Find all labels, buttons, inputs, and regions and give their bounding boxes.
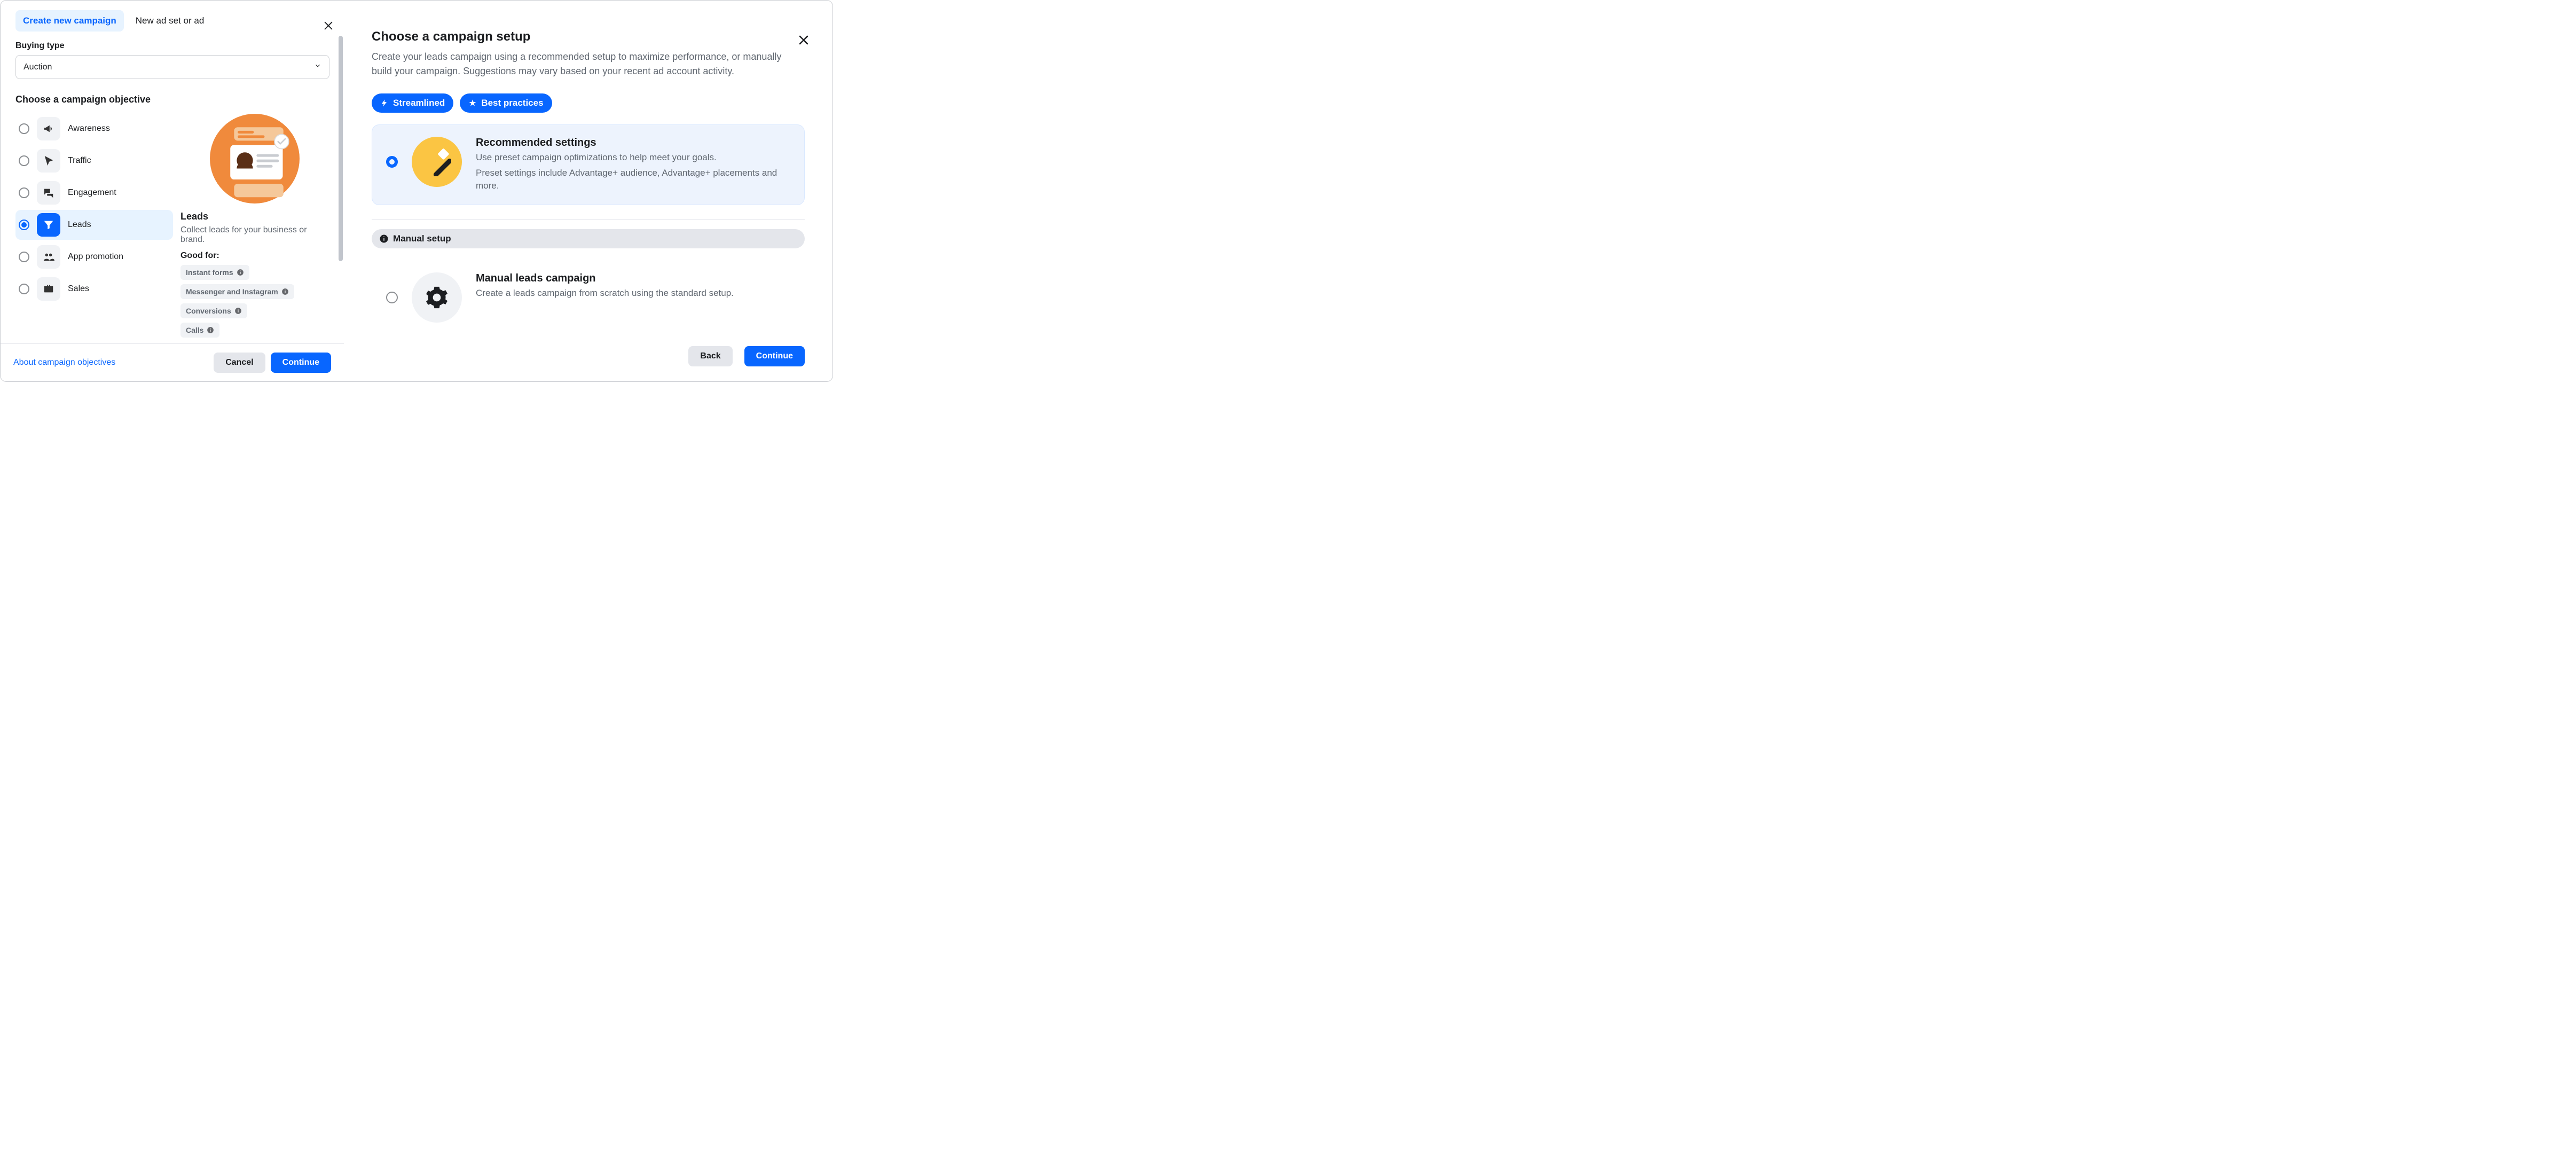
close-left-icon[interactable] [323,20,334,34]
objective-detail: Leads Collect leads for your business or… [177,114,329,338]
radio-manual[interactable] [386,292,398,303]
scrollbar[interactable] [337,36,344,335]
objective-list: Awareness Traffic Enga [15,114,173,338]
continue-button-left[interactable]: Continue [271,353,331,373]
radio-recommended[interactable] [386,156,398,168]
cancel-button[interactable]: Cancel [214,353,265,373]
recommended-sub1: Use preset campaign optimizations to hel… [476,151,790,165]
good-for-chip: Messenger and Instagram [180,284,294,299]
gear-icon [412,272,462,323]
about-objectives-link[interactable]: About campaign objectives [13,358,115,367]
good-for-label: Good for: [180,251,329,261]
buying-type-select[interactable]: Auction [15,55,329,79]
info-icon [237,269,244,276]
manual-setup-pill: Manual setup [372,229,805,248]
chevron-down-icon [314,62,321,72]
info-icon [281,288,289,295]
recommended-sub2: Preset settings include Advantage+ audie… [476,167,790,193]
objective-label: Awareness [68,124,110,134]
divider [372,219,805,220]
radio-traffic[interactable] [19,155,29,166]
objective-section-label: Choose a campaign objective [15,94,329,105]
tab-new-ad-set[interactable]: New ad set or ad [128,10,212,32]
scrollbar-thumb[interactable] [339,36,343,261]
tab-create-new-campaign[interactable]: Create new campaign [15,10,124,32]
objective-app-promotion[interactable]: App promotion [15,242,173,272]
manual-sub: Create a leads campaign from scratch usi… [476,287,734,300]
radio-app[interactable] [19,252,29,262]
funnel-icon [37,213,60,237]
radio-leads[interactable] [19,220,29,230]
right-title: Choose a campaign setup [372,29,805,44]
good-for-chip: Conversions [180,303,247,318]
radio-sales[interactable] [19,284,29,294]
best-practices-pill: Best practices [460,93,552,113]
wand-icon [412,137,462,187]
buying-type-label: Buying type [15,41,329,51]
objective-traffic[interactable]: Traffic [15,146,173,176]
info-icon [379,234,389,244]
chat-icon [37,181,60,205]
good-for-chip: Instant forms [180,265,249,280]
objective-sales[interactable]: Sales [15,274,173,304]
tag-row: Streamlined Best practices [372,93,805,113]
megaphone-icon [37,117,60,140]
detail-title: Leads [180,211,329,222]
radio-awareness[interactable] [19,123,29,134]
objective-label: Engagement [68,188,116,198]
tabs: Create new campaign New ad set or ad [1,10,344,32]
info-icon [207,326,214,334]
objective-label: Leads [68,220,91,230]
objective-leads[interactable]: Leads [15,210,173,240]
right-desc: Create your leads campaign using a recom… [372,50,788,79]
info-icon [234,307,242,315]
close-right-icon[interactable] [797,34,810,49]
campaign-modal: Create new campaign New ad set or ad Buy… [0,0,833,382]
left-pane: Create new campaign New ad set or ad Buy… [1,1,344,381]
buying-type-value: Auction [23,62,52,72]
right-footer: Back Continue [372,346,805,381]
good-for-chip: Calls [180,323,219,338]
back-button[interactable]: Back [688,346,732,366]
objective-label: App promotion [68,252,123,262]
manual-title: Manual leads campaign [476,272,734,285]
manual-leads-card[interactable]: Manual leads campaign Create a leads cam… [372,260,805,335]
left-body: Buying type Auction Choose a campaign ob… [1,32,344,338]
people-icon [37,245,60,269]
objective-awareness[interactable]: Awareness [15,114,173,144]
right-pane: Choose a campaign setup Create your lead… [344,1,833,381]
cursor-icon [37,149,60,173]
continue-button-right[interactable]: Continue [744,346,805,366]
objective-label: Sales [68,284,89,294]
objective-row: Awareness Traffic Enga [15,114,329,338]
leads-illustration [210,114,300,204]
streamlined-pill: Streamlined [372,93,453,113]
recommended-title: Recommended settings [476,137,790,149]
star-icon [468,99,477,107]
briefcase-icon [37,277,60,301]
left-footer: About campaign objectives Cancel Continu… [1,343,344,381]
detail-sub: Collect leads for your business or brand… [180,225,329,245]
lightning-icon [380,99,389,107]
recommended-settings-card[interactable]: Recommended settings Use preset campaign… [372,124,805,205]
objective-label: Traffic [68,156,91,166]
radio-engagement[interactable] [19,187,29,198]
objective-engagement[interactable]: Engagement [15,178,173,208]
